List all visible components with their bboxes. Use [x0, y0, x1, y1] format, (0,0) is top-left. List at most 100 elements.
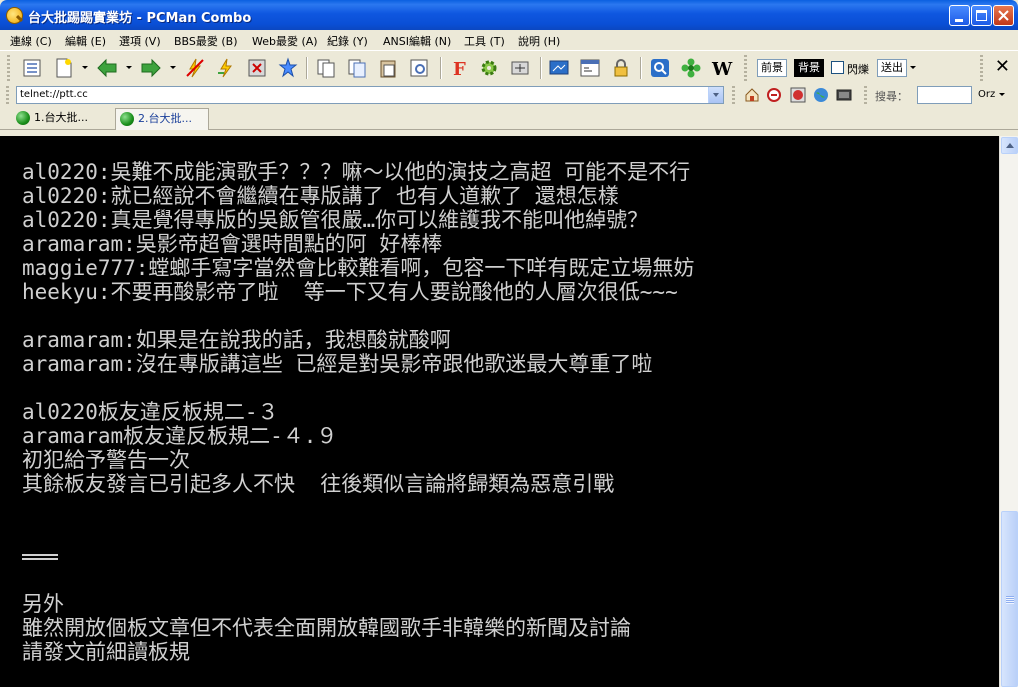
signature-divider	[22, 554, 58, 560]
scroll-thumb[interactable]	[1001, 511, 1018, 687]
terminal-line: aramaram板友違反板規二-４.９	[22, 424, 338, 448]
toolbar-grip[interactable]	[7, 55, 10, 81]
menu-ansi-edit[interactable]: ANSI編輯 (N)	[383, 33, 451, 49]
tab-label: 1.台大批...	[34, 111, 88, 124]
window-title: 台大批踢踢實業坊 - PCMan Combo	[28, 11, 252, 26]
menu-edit[interactable]: 編輯 (E)	[65, 33, 106, 49]
terminal-screen[interactable]: al0220:吳難不成能演歌手？？？嘛～以他的演技之高超 可能不是不行 al02…	[0, 136, 999, 687]
reload-icon[interactable]	[766, 87, 782, 103]
terminal-line: 另外	[22, 592, 64, 616]
close-connection-icon[interactable]	[246, 57, 268, 79]
address-url: telnet://ptt.cc	[20, 89, 88, 100]
tab-2[interactable]: 2.台大批...	[115, 108, 209, 130]
terminal-line: al0220:就已經說不會繼續在專版講了 也有人道歉了 還想怎樣	[22, 184, 619, 208]
globe-icon[interactable]	[813, 87, 829, 103]
menu-log[interactable]: 紀錄 (Y)	[327, 33, 368, 49]
reconnect-icon[interactable]	[215, 57, 237, 79]
toolbar-separator	[440, 57, 441, 79]
send-button[interactable]: 送出	[877, 59, 907, 77]
address-bar: telnet://ptt.cc 搜尋： Orz	[0, 84, 1018, 106]
toolbar: F W 前景 背景 閃爍 送出 ✕	[0, 50, 1018, 84]
close-window-button[interactable]	[993, 5, 1014, 26]
engine-dropdown-icon[interactable]	[999, 93, 1005, 96]
toolbar-separator	[306, 57, 307, 79]
toolbar-separator	[540, 57, 541, 79]
minimize-button[interactable]	[949, 5, 970, 26]
menu-bbs-favorites[interactable]: BBS最愛 (B)	[174, 33, 238, 49]
disconnect-icon[interactable]	[184, 57, 206, 79]
back-dropdown-icon[interactable]	[126, 66, 132, 69]
flower-icon[interactable]	[680, 57, 702, 79]
toolbar-grip[interactable]	[744, 55, 747, 81]
tab-1[interactable]: 1.台大批...	[12, 108, 108, 130]
app-icon	[6, 7, 23, 24]
forward-dropdown-icon[interactable]	[170, 66, 176, 69]
terminal-line: al0220板友違反板規二-３	[22, 400, 279, 424]
connected-status-icon	[120, 112, 134, 126]
address-grip[interactable]	[6, 86, 9, 104]
menu-tools[interactable]: 工具 (T)	[464, 33, 505, 49]
blink-checkbox[interactable]	[831, 61, 844, 74]
search-engine-icon[interactable]	[649, 57, 671, 79]
close-toolbar-button[interactable]: ✕	[995, 56, 1010, 77]
tab-label: 2.台大批...	[138, 112, 192, 125]
scroll-up-button[interactable]	[1001, 137, 1018, 154]
wikipedia-icon[interactable]: W	[711, 57, 733, 79]
toolbar-separator	[640, 57, 641, 79]
font-icon[interactable]: F	[448, 57, 470, 79]
close-icon	[998, 10, 1009, 21]
site-list-icon[interactable]	[21, 57, 43, 79]
maximize-button[interactable]	[971, 5, 992, 26]
address-grip[interactable]	[864, 86, 867, 104]
send-dropdown-icon[interactable]	[910, 66, 916, 69]
terminal-line: 其餘板友發言已引起多人不快 往後類似言論將歸類為惡意引戰	[22, 472, 615, 496]
search-input[interactable]	[917, 86, 972, 104]
terminal-line: al0220:吳難不成能演歌手？？？嘛～以他的演技之高超 可能不是不行	[22, 160, 691, 184]
menu-connection[interactable]: 連線 (C)	[10, 33, 52, 49]
svg-text:F: F	[453, 59, 466, 79]
ansi-editor-icon[interactable]	[579, 57, 601, 79]
terminal-line: 初犯給予警告一次	[22, 448, 190, 472]
paste-icon[interactable]	[377, 57, 399, 79]
menu-bar: 連線 (C) 編輯 (E) 選項 (V) BBS最愛 (B) Web最愛 (A)…	[0, 30, 1018, 50]
terminal-line: aramaram:如果是在說我的話，我想酸就酸啊	[22, 328, 451, 352]
tab-bar: 1.台大批... 2.台大批...	[0, 106, 1018, 130]
copy-ansi-icon[interactable]	[346, 57, 368, 79]
screen-icon[interactable]	[548, 57, 570, 79]
forward-arrow-icon[interactable]	[140, 57, 162, 79]
terminal-line: 請發文前細讀板規	[22, 640, 190, 664]
address-dropdown-icon[interactable]	[708, 87, 723, 103]
find-icon[interactable]	[408, 57, 430, 79]
terminal-line: aramaram:沒在專版講這些 已經是對吳影帝跟他歌迷最大尊重了啦	[22, 352, 653, 376]
svg-text:W: W	[711, 59, 733, 79]
blink-label: 閃爍	[847, 63, 869, 76]
terminal-line: 雖然開放個板文章但不代表全面開放韓國歌手非韓樂的新聞及討論	[22, 616, 631, 640]
menu-web-favorites[interactable]: Web最愛 (A)	[252, 33, 318, 49]
new-connection-icon[interactable]	[53, 57, 75, 79]
fullscreen-icon[interactable]	[509, 57, 531, 79]
terminal-icon[interactable]	[836, 87, 852, 103]
terminal-line: heekyu:不要再酸影帝了啦 等一下又有人要說酸他的人層次很低~~~	[22, 280, 678, 304]
search-engine-selector[interactable]: Orz	[978, 89, 995, 100]
vertical-scrollbar[interactable]	[999, 136, 1018, 687]
stop-icon[interactable]	[790, 87, 806, 103]
thumb-grip-icon	[1006, 596, 1014, 604]
address-input[interactable]: telnet://ptt.cc	[16, 86, 724, 104]
copy-icon[interactable]	[315, 57, 337, 79]
back-arrow-icon[interactable]	[96, 57, 118, 79]
foreground-color-button[interactable]: 前景	[757, 59, 787, 77]
new-connection-dropdown-icon[interactable]	[82, 66, 88, 69]
menu-options[interactable]: 選項 (V)	[119, 33, 161, 49]
home-icon[interactable]	[744, 87, 760, 103]
search-label: 搜尋：	[875, 90, 908, 103]
lock-icon[interactable]	[610, 57, 632, 79]
background-color-button[interactable]: 背景	[794, 59, 824, 77]
settings-gear-icon[interactable]	[478, 57, 500, 79]
connected-status-icon	[16, 111, 30, 125]
address-grip[interactable]	[732, 86, 735, 104]
menu-help[interactable]: 說明 (H)	[518, 33, 560, 49]
add-favorite-icon[interactable]	[277, 57, 299, 79]
toolbar-grip[interactable]	[980, 55, 983, 81]
terminal-line: maggie777:螳螂手寫字當然會比較難看啊，包容一下咩有既定立場無妨	[22, 256, 695, 280]
title-bar[interactable]: 台大批踢踢實業坊 - PCMan Combo	[0, 0, 1018, 30]
